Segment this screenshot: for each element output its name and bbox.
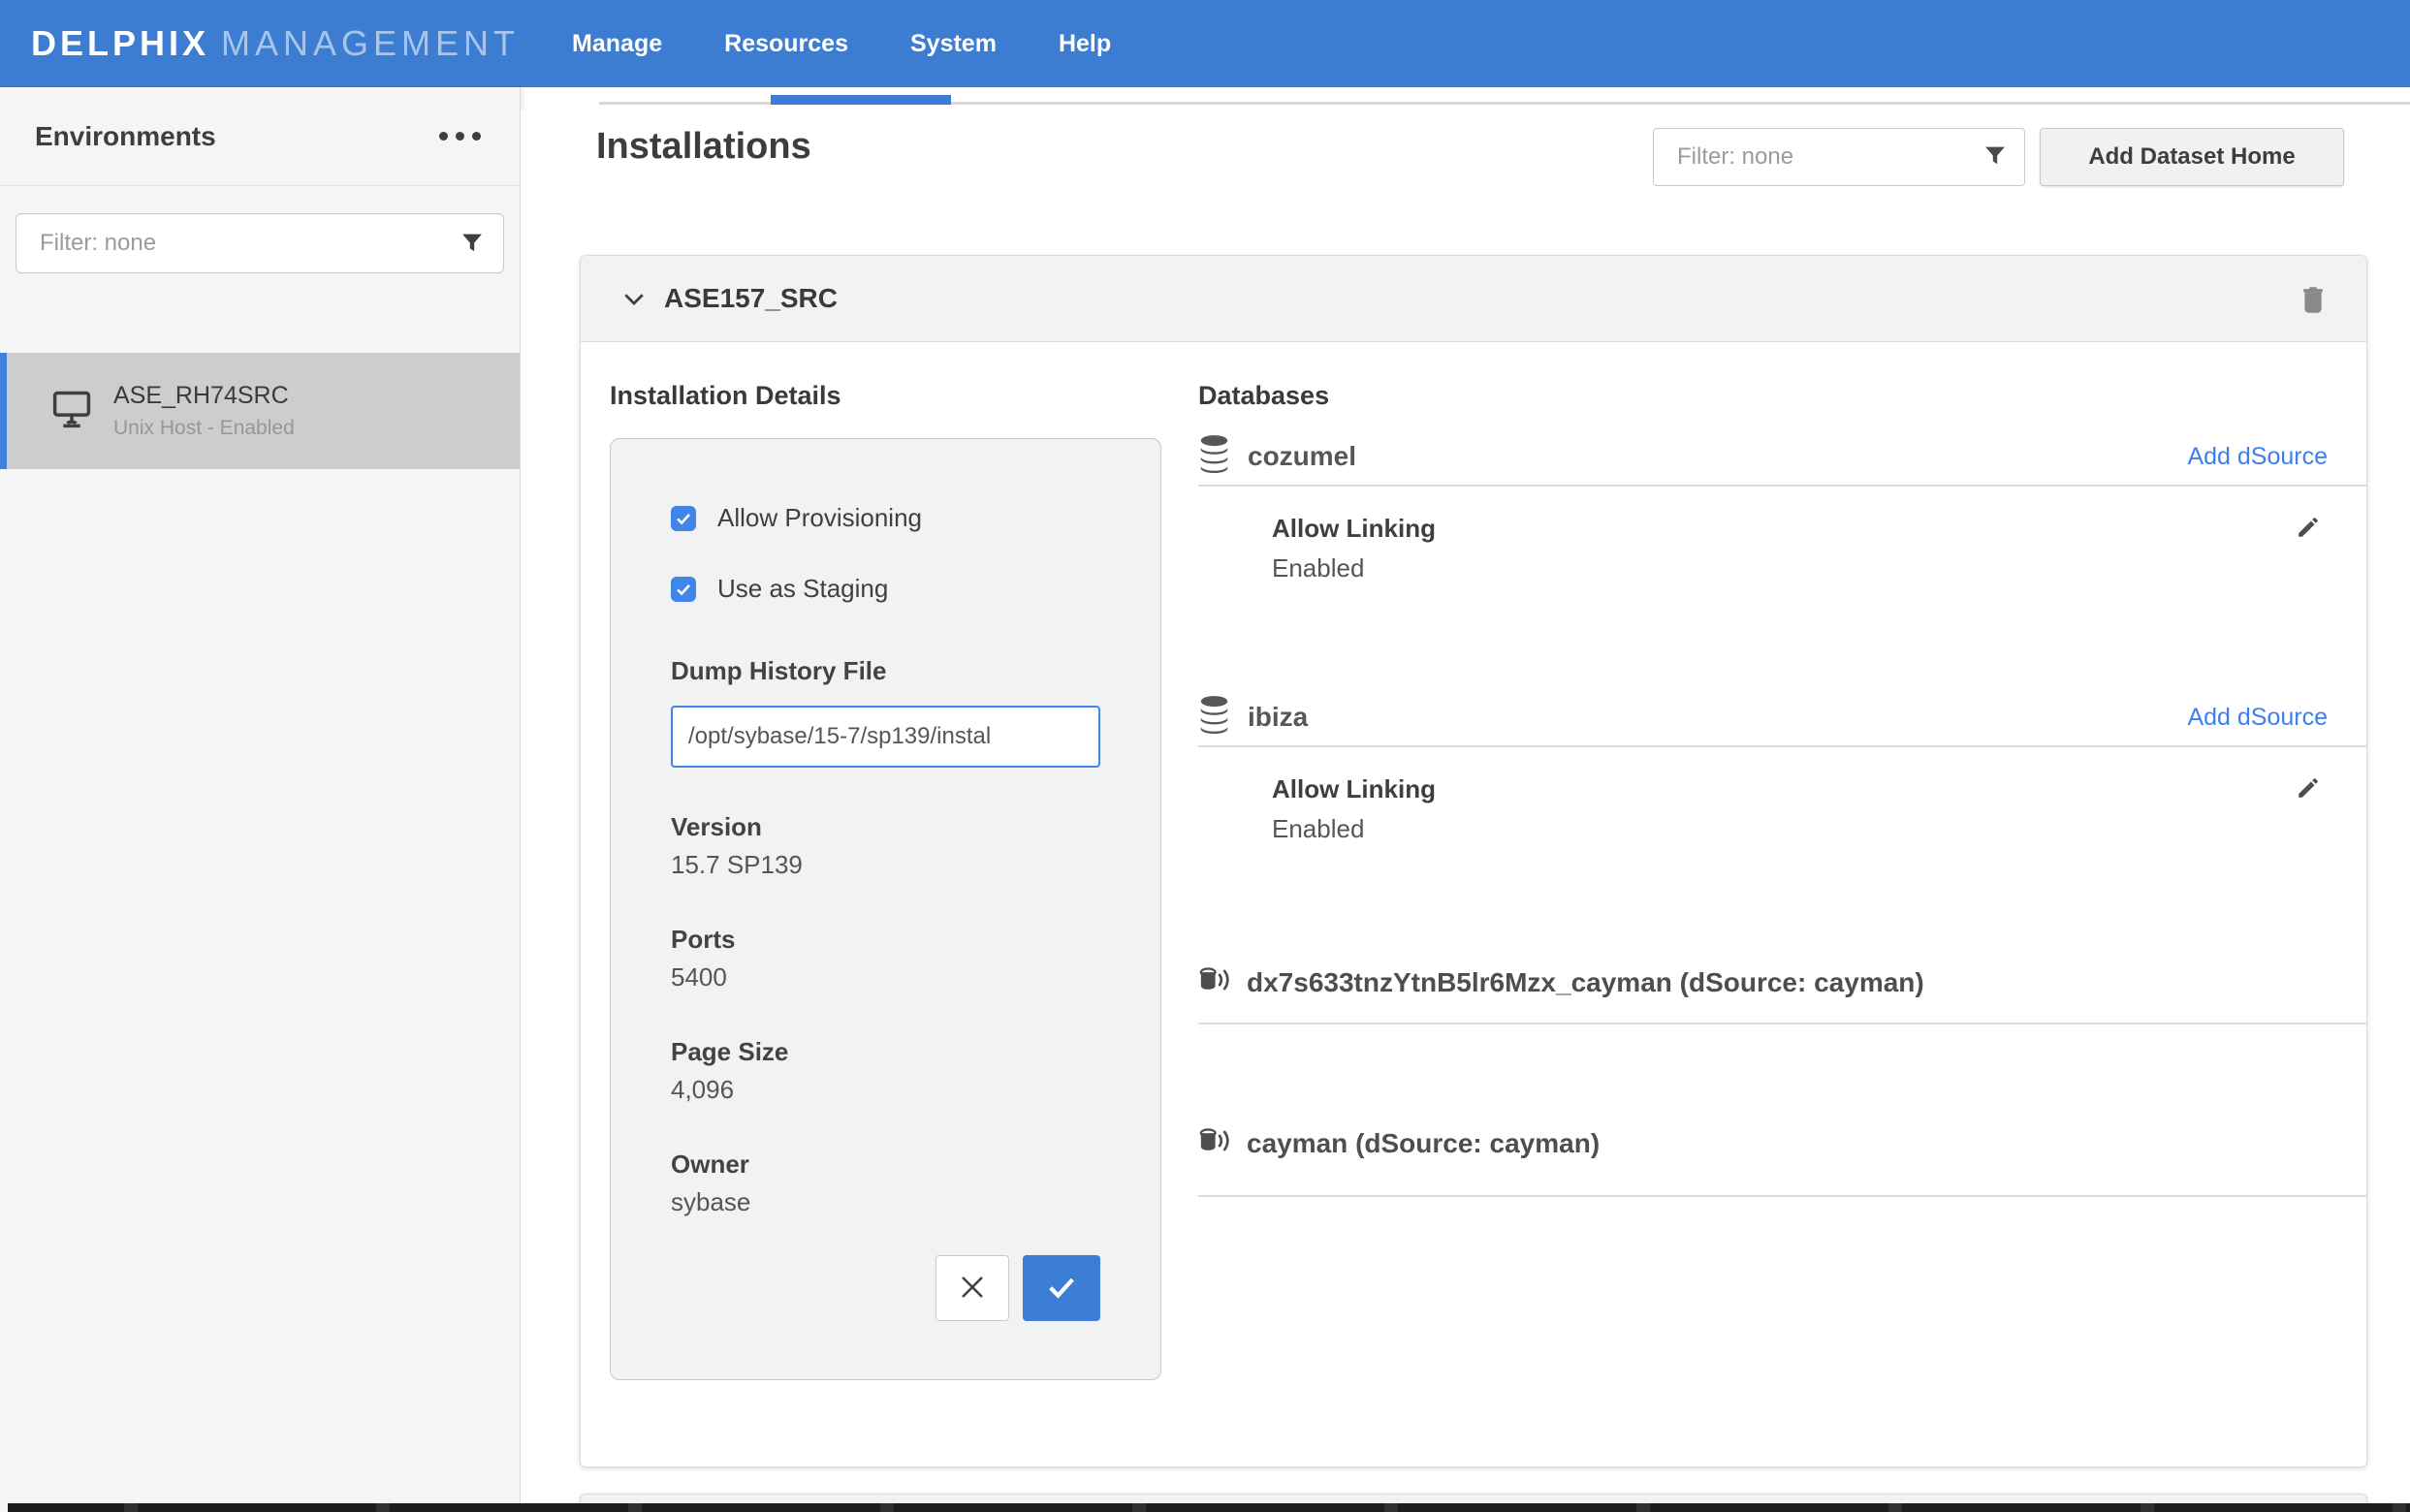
allow-provisioning-row: Allow Provisioning — [671, 503, 1100, 533]
dump-history-file-label: Dump History File — [671, 656, 1100, 686]
installation-name: ASE157_SRC — [664, 283, 838, 314]
environment-item-texts: ASE_RH74SRC Unix Host - Enabled — [113, 382, 295, 440]
installation-details-panel: Allow Provisioning Use as Staging Dump H… — [610, 438, 1161, 1380]
installations-filter — [1653, 128, 2025, 186]
database-icon — [1198, 695, 1230, 740]
ports-field: Ports 5400 — [671, 925, 1100, 992]
sidebar-filter — [16, 213, 504, 273]
tab-strip — [521, 87, 2410, 110]
nav-item-help[interactable]: Help — [1059, 30, 1111, 58]
sidebar-filter-input[interactable] — [16, 213, 504, 273]
page-header-controls: Add Dataset Home — [1653, 128, 2344, 186]
allow-provisioning-label: Allow Provisioning — [717, 503, 922, 533]
page-size-value: 4,096 — [671, 1075, 1100, 1105]
check-icon — [1045, 1271, 1078, 1307]
installation-card-body: Installation Details Allow Provisioning — [581, 342, 2366, 1467]
owner-value: sybase — [671, 1187, 1100, 1217]
add-dataset-home-button[interactable]: Add Dataset Home — [2040, 128, 2344, 186]
dsource-row: dx7s633tnzYtnB5lr6Mzx_cayman (dSource: c… — [1198, 965, 2366, 999]
row-divider — [1198, 745, 2366, 747]
add-dsource-link[interactable]: Add dSource — [2187, 443, 2328, 471]
environments-sidebar: Environments ASE_RH74SRC Unix Host - Ena… — [0, 87, 521, 1512]
page-size-field: Page Size 4,096 — [671, 1037, 1100, 1105]
version-field: Version 15.7 SP139 — [671, 812, 1100, 880]
installation-card-header: ASE157_SRC — [581, 256, 2366, 342]
dsource-name: cayman (dSource: cayman) — [1247, 1128, 1600, 1159]
allow-linking-label: Allow Linking — [1272, 774, 2322, 804]
allow-linking-block-cozumel: Allow Linking Enabled — [1198, 514, 2366, 583]
database-name: ibiza — [1248, 702, 1308, 733]
owner-label: Owner — [671, 1150, 1100, 1180]
version-label: Version — [671, 812, 1100, 842]
dsource-row: cayman (dSource: cayman) — [1198, 1126, 2366, 1160]
delphix-management-app: DELPHIX MANAGEMENT Manage Resources Syst… — [0, 0, 2410, 1512]
database-name: cozumel — [1248, 441, 1356, 472]
cancel-button[interactable] — [935, 1255, 1009, 1321]
nav-item-resources[interactable]: Resources — [724, 30, 848, 58]
nav-item-manage[interactable]: Manage — [572, 30, 662, 58]
ports-value: 5400 — [671, 962, 1100, 992]
filter-funnel-icon — [461, 233, 483, 259]
page-title: Installations — [596, 126, 811, 168]
database-row-cozumel: cozumel Add dSource — [1198, 432, 2366, 481]
databases-heading: Databases — [1198, 381, 2366, 411]
installation-card: ASE157_SRC Installation Details — [580, 255, 2367, 1467]
installation-details-column: Installation Details Allow Provisioning — [610, 342, 1191, 1380]
add-dsource-link[interactable]: Add dSource — [2187, 704, 2328, 732]
brand-logo: DELPHIX MANAGEMENT — [31, 23, 520, 64]
page-size-label: Page Size — [671, 1037, 1100, 1067]
row-divider — [1198, 485, 2366, 487]
background-window-edge — [8, 1503, 2410, 1512]
sidebar-title: Environments — [35, 121, 216, 152]
database-row-ibiza: ibiza Add dSource — [1198, 693, 2366, 741]
top-bar: DELPHIX MANAGEMENT Manage Resources Syst… — [0, 0, 2410, 87]
trash-icon[interactable] — [2299, 283, 2328, 314]
ports-label: Ports — [671, 925, 1100, 955]
allow-linking-value: Enabled — [1272, 553, 2322, 583]
installations-filter-input[interactable] — [1653, 128, 2025, 186]
chevron-down-icon[interactable] — [619, 284, 649, 313]
use-as-staging-label: Use as Staging — [717, 574, 888, 604]
active-tab-indicator — [771, 95, 951, 105]
owner-field: Owner sybase — [671, 1150, 1100, 1217]
dsource-database-icon — [1198, 1126, 1231, 1160]
environment-name: ASE_RH74SRC — [113, 382, 295, 410]
filter-funnel-icon — [1984, 145, 2006, 172]
environment-list-item[interactable]: ASE_RH74SRC Unix Host - Enabled — [0, 353, 520, 469]
brand-management: MANAGEMENT — [221, 23, 520, 64]
environment-subtitle: Unix Host - Enabled — [113, 417, 295, 440]
edit-pencil-icon[interactable] — [2295, 514, 2322, 546]
main-content: Installations Add Dataset Home ASE157_SR… — [521, 110, 2410, 1512]
use-as-staging-row: Use as Staging — [671, 574, 1100, 604]
dsource-database-icon — [1198, 965, 1231, 999]
allow-provisioning-checkbox[interactable] — [671, 506, 696, 531]
confirm-button[interactable] — [1023, 1255, 1100, 1321]
allow-linking-label: Allow Linking — [1272, 514, 2322, 544]
host-monitor-icon — [51, 390, 92, 433]
allow-linking-value: Enabled — [1272, 814, 2322, 844]
databases-column: Databases cozumel Add dSource — [1198, 342, 2366, 1197]
installation-details-heading: Installation Details — [610, 381, 1191, 411]
version-value: 15.7 SP139 — [671, 850, 1100, 880]
top-nav: Manage Resources System Help — [572, 30, 1111, 58]
edit-pencil-icon[interactable] — [2295, 774, 2322, 806]
ellipsis-menu-icon[interactable] — [439, 124, 481, 148]
row-divider — [1198, 1023, 2366, 1024]
row-divider — [1198, 1195, 2366, 1197]
dsource-name: dx7s633tnzYtnB5lr6Mzx_cayman (dSource: c… — [1247, 967, 1924, 998]
details-panel-actions — [935, 1255, 1100, 1321]
use-as-staging-checkbox[interactable] — [671, 577, 696, 602]
dump-history-file-input[interactable] — [671, 706, 1100, 768]
brand-delphix: DELPHIX — [31, 23, 209, 64]
sidebar-header: Environments — [0, 87, 520, 186]
allow-linking-block-ibiza: Allow Linking Enabled — [1198, 774, 2366, 844]
close-icon — [958, 1273, 987, 1305]
database-icon — [1198, 434, 1230, 480]
nav-item-system[interactable]: System — [910, 30, 997, 58]
